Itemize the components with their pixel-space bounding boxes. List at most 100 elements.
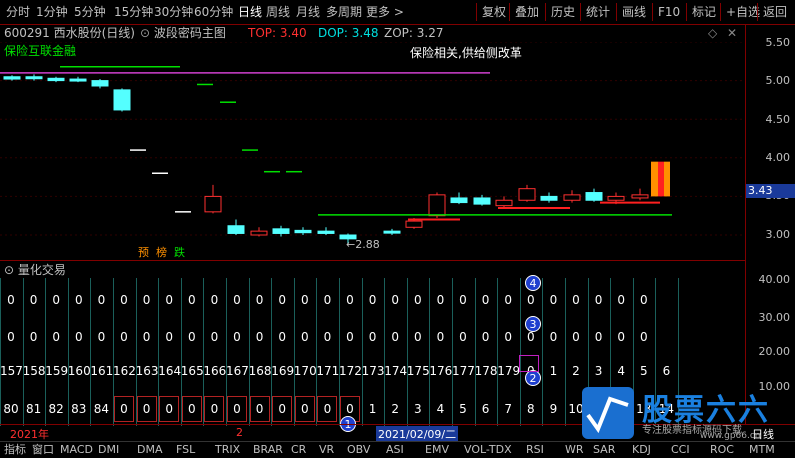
candle-body (563, 194, 581, 201)
quant-cell: 0 (594, 330, 603, 344)
quant-cell: 162 (113, 364, 136, 378)
quant-cell: 0 (255, 293, 264, 307)
quant-cell: 0 (391, 293, 399, 307)
quant-cell: 0 (368, 293, 377, 307)
selected-date: 2021/02/09/二 (376, 426, 459, 442)
period-8[interactable]: 月线 (296, 0, 320, 24)
candle-body (585, 192, 603, 201)
indicator-tab-12[interactable]: EMV (425, 442, 449, 458)
candle-body (383, 230, 401, 234)
indicator-tab-5[interactable]: FSL (176, 442, 195, 458)
indicator-tab-1[interactable]: 窗口 (32, 442, 54, 458)
indicator-tab-7[interactable]: BRAR (253, 442, 283, 458)
candle-body (3, 76, 21, 80)
diamond-icon[interactable]: ◇ (708, 24, 717, 42)
quant-cell: 0 (617, 293, 625, 307)
quant-cell: 0 (294, 396, 315, 422)
candle-body (47, 77, 65, 82)
period-4[interactable]: 30分钟 (154, 0, 193, 24)
toolbar-btn-1[interactable]: 叠加 (515, 0, 539, 24)
candle-body (250, 230, 268, 236)
indicator-tab-15[interactable]: WR (565, 442, 584, 458)
quant-cell: 179 (497, 364, 521, 378)
quant-cell: 0 (187, 330, 196, 344)
quant-cell: 160 (67, 364, 91, 378)
quant-cell: 0 (114, 396, 134, 422)
logo-url: www.gp66.cn (700, 431, 761, 441)
quant-cell: 0 (278, 330, 286, 344)
indicator-tab-4[interactable]: DMA (137, 442, 163, 458)
quant-cell: 173 (361, 364, 385, 378)
quant-y-tick: 30.00 (758, 311, 791, 324)
quant-cell: 0 (572, 293, 580, 307)
indicator-tab-17[interactable]: KDJ (632, 442, 651, 458)
quant-cell: 0 (74, 330, 83, 344)
indicator-name[interactable]: ⊙ 波段密码主图 (140, 24, 226, 42)
signal-bar (651, 161, 658, 197)
quant-cell: 1 (549, 364, 558, 378)
quant-cell: 172 (339, 364, 362, 378)
tag-bang: 榜 (156, 246, 167, 259)
zop-value: ZOP: 3.27 (384, 26, 444, 40)
quant-cell: 0 (165, 293, 173, 307)
indicator-tab-2[interactable]: MACD (60, 442, 93, 458)
indicator-tab-13[interactable]: VOL-TDX (464, 442, 512, 458)
y-tick: 4.50 (765, 113, 791, 126)
quant-cell: 168 (248, 364, 272, 378)
quant-cell: 0 (29, 330, 38, 344)
quant-cell: 0 (317, 396, 338, 422)
period-9[interactable]: 多周期 (326, 0, 362, 24)
period-toolbar: 分时 1分钟 5分钟 15分钟 30分钟 60分钟 日线 周线 月线 多周期 更多 > 复权 叠加 历史… (0, 0, 795, 25)
candle-body (473, 197, 491, 205)
indicator-tab-20[interactable]: MTM (749, 442, 775, 458)
toolbar-btn-6[interactable]: 标记 (692, 0, 716, 24)
quant-cell: 0 (549, 293, 558, 307)
candle-body (204, 195, 222, 213)
quant-cell: 9 (549, 402, 558, 416)
indicator-tab-10[interactable]: OBV (347, 442, 370, 458)
toolbar-btn-7[interactable]: +自选 (726, 0, 760, 24)
indicator-tab-16[interactable]: SAR (593, 442, 615, 458)
candle-body (317, 230, 335, 234)
period-2[interactable]: 5分钟 (74, 0, 106, 24)
candle-body (405, 220, 423, 228)
period-6[interactable]: 日线 (238, 0, 262, 24)
period-1[interactable]: 1分钟 (36, 0, 68, 24)
period-0[interactable]: 分时 (6, 0, 30, 24)
quant-cell: 0 (278, 293, 286, 307)
quant-title[interactable]: ⊙ 量化交易 (4, 261, 66, 278)
quant-cell: 0 (617, 330, 625, 344)
indicator-tab-19[interactable]: ROC (710, 442, 734, 458)
indicator-tab-14[interactable]: RSI (526, 442, 544, 458)
quant-cell: 80 (3, 402, 19, 416)
quant-cell: 0 (413, 293, 422, 307)
close-icon[interactable]: ✕ (727, 24, 737, 42)
indicator-tab-3[interactable]: DMI (98, 442, 119, 458)
toolbar-btn-3[interactable]: 统计 (586, 0, 610, 24)
toolbar-btn-2[interactable]: 历史 (551, 0, 575, 24)
quant-cell: 163 (135, 364, 159, 378)
quant-cell: 0 (323, 330, 332, 344)
quant-cell: 0 (436, 293, 445, 307)
indicator-tab-0[interactable]: 指标 (4, 442, 26, 458)
period-10[interactable]: 更多 > (366, 0, 404, 24)
quant-cell: 0 (481, 330, 490, 344)
period-3[interactable]: 15分钟 (114, 0, 153, 24)
toolbar-btn-4[interactable]: 画线 (622, 0, 646, 24)
period-7[interactable]: 周线 (266, 0, 290, 24)
indicator-tab-18[interactable]: CCI (671, 442, 690, 458)
indicator-tab-9[interactable]: VR (319, 442, 334, 458)
price-chart[interactable]: 保险互联金融 保险相关,供给侧改革 预 榜 跌 ←2.88 (0, 42, 745, 260)
quant-cell: 166 (203, 364, 227, 378)
quant-cell: 0 (210, 330, 219, 344)
quant-y-tick: 20.00 (758, 345, 791, 358)
indicator-tab-11[interactable]: ASI (386, 442, 404, 458)
toolbar-btn-5[interactable]: F10 (658, 0, 680, 24)
toolbar-btn-0[interactable]: 复权 (482, 0, 506, 24)
indicator-tab-8[interactable]: CR (291, 442, 306, 458)
period-5[interactable]: 60分钟 (194, 0, 233, 24)
indicator-bar: 指标 窗口 MACD DMI DMA FSL TRIX BRAR CR VR OBV ASI EMV VO… (0, 441, 795, 458)
indicator-tab-6[interactable]: TRIX (215, 442, 240, 458)
toolbar-btn-8[interactable]: 返回 (763, 0, 787, 24)
quant-cell: 0 (459, 293, 467, 307)
